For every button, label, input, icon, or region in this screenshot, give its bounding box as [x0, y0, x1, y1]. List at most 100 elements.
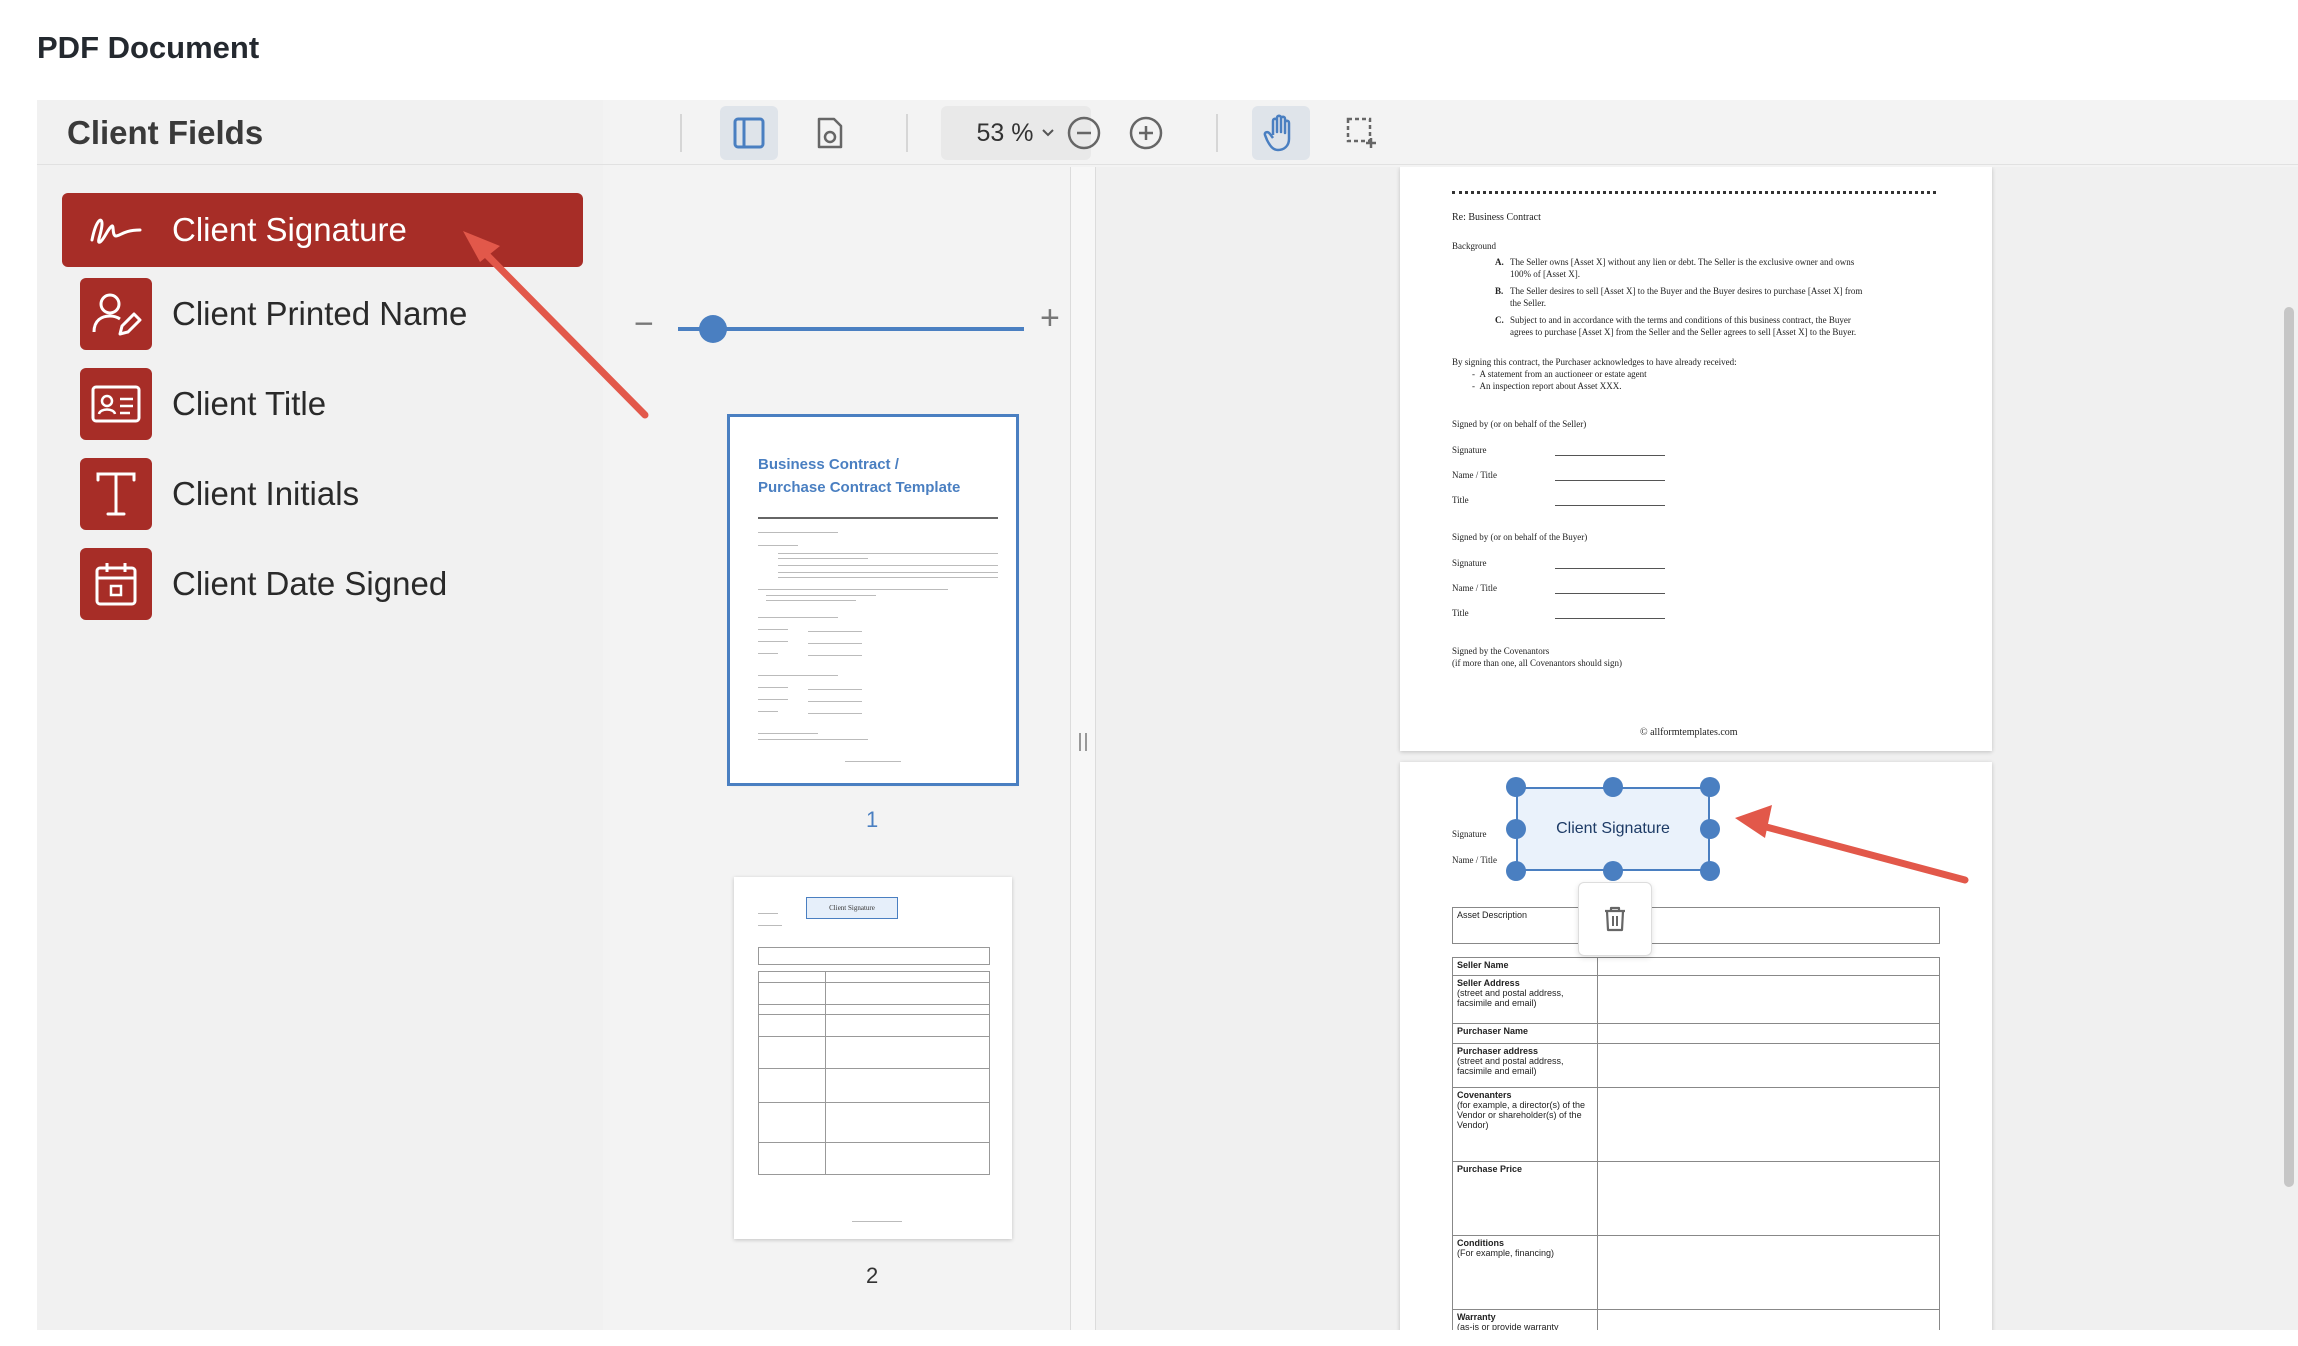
thumbnail-text-line [808, 643, 862, 644]
field-item-client-title[interactable]: Client Title [62, 367, 583, 441]
thumbnail-size-slider[interactable] [678, 327, 1024, 331]
thumbnail-text-line [758, 532, 838, 533]
field-item-client-signature[interactable]: Client Signature [62, 193, 583, 267]
thumbnail-text-line [758, 925, 782, 926]
doc-text: Signature [1452, 829, 1487, 839]
thumbnail-size-increase[interactable]: + [1040, 299, 1060, 338]
toolbar-separator [906, 114, 908, 152]
toolbar: 53 % [603, 100, 2298, 165]
doc-text: C. [1495, 315, 1504, 325]
resize-handle[interactable] [1506, 861, 1526, 881]
id-card-icon [80, 368, 152, 440]
thumbnail-text-line [758, 629, 788, 630]
resize-handle[interactable] [1506, 777, 1526, 797]
doc-text: B. [1495, 286, 1504, 296]
client-fields-header: Client Fields [37, 100, 603, 165]
panel-resize-handle[interactable] [1070, 167, 1096, 1330]
doc-text: 100% of [Asset X]. [1510, 269, 1580, 279]
page-title: PDF Document [37, 30, 260, 65]
sidebar-toggle-button[interactable] [720, 106, 778, 160]
client-fields-panel: Client Fields Client Signature Client Pr… [37, 100, 603, 1330]
page-rule [1452, 191, 1936, 194]
thumbnail-text-line [808, 713, 862, 714]
page-thumbnail-1[interactable]: Business Contract / Purchase Contract Tem… [727, 414, 1019, 786]
contract-details-table: Seller Name Seller Address (street and po… [1452, 957, 1940, 1330]
thumbnail-size-slider-knob[interactable] [698, 315, 727, 343]
doc-text: Title [1452, 495, 1469, 505]
thumbnail-table-row [758, 947, 990, 965]
doc-text: A. [1495, 257, 1504, 267]
table-cell: Purchaser Name [1452, 1023, 1598, 1044]
thumbnail-text-line [766, 600, 856, 601]
doc-text: Subject to and in accordance with the te… [1510, 315, 1851, 325]
doc-text: the Seller. [1510, 298, 1546, 308]
thumbnail-text-line [845, 761, 901, 762]
thumbnail-text-line [758, 589, 948, 590]
placed-signature-field[interactable]: Client Signature [1516, 787, 1710, 871]
zoom-in-button[interactable] [1117, 106, 1175, 160]
marquee-select-button[interactable] [1333, 106, 1391, 160]
table-cell: Warranty (as-is or provide warranty [1452, 1309, 1598, 1330]
doc-text: Re: Business Contract [1452, 212, 1541, 223]
signature-line [1555, 480, 1665, 481]
signature-line [1555, 505, 1665, 506]
resize-handle[interactable] [1603, 861, 1623, 881]
table-cell: Asset Description [1452, 907, 1940, 944]
table-input-cell[interactable] [1597, 1161, 1940, 1236]
table-row: Purchaser Name [1452, 1023, 1940, 1044]
resize-handle[interactable] [1603, 777, 1623, 797]
table-row: Purchase Price [1452, 1161, 1940, 1236]
doc-bullet: - A statement from an auctioneer or esta… [1472, 369, 1647, 379]
signature-line [1555, 568, 1665, 569]
doc-text: Signature [1452, 558, 1487, 568]
marquee-select-icon [1346, 117, 1376, 148]
page-thumbnail-2[interactable]: Client Signature [734, 877, 1012, 1239]
thumbnail-table [758, 971, 990, 1175]
zoom-out-button[interactable] [1055, 106, 1113, 160]
table-row: Warranty (as-is or provide warranty [1452, 1309, 1940, 1330]
doc-text: Signature [1452, 445, 1487, 455]
thumbnail-text-line [758, 913, 778, 914]
thumbnail-rule [758, 517, 998, 519]
field-item-client-date-signed[interactable]: Client Date Signed [62, 547, 583, 621]
document-scrollbar[interactable] [2284, 307, 2294, 1187]
table-input-cell[interactable] [1597, 1043, 1940, 1088]
doc-text: Background [1452, 241, 1496, 251]
table-input-cell[interactable] [1597, 957, 1940, 976]
table-input-cell[interactable] [1597, 975, 1940, 1024]
doc-text: Signed by the Covenantors [1452, 646, 1550, 656]
thumbnail-text-line [758, 711, 778, 712]
document-page-1: Re: Business Contract Background A. The … [1400, 167, 1992, 751]
table-input-cell[interactable] [1597, 1087, 1940, 1162]
asset-description-table: Asset Description [1452, 907, 1940, 944]
user-edit-icon [80, 278, 152, 350]
chevron-down-icon [1042, 129, 1055, 137]
table-row: Conditions (For example, financing) [1452, 1235, 1940, 1310]
thumbnail-text-line [758, 699, 788, 700]
resize-handle[interactable] [1700, 777, 1720, 797]
thumbnail-text-line [758, 675, 838, 676]
delete-field-button[interactable] [1578, 882, 1652, 956]
document-viewer[interactable]: Re: Business Contract Background A. The … [1096, 167, 2298, 1330]
doc-bullet: - An inspection report about Asset XXX. [1472, 381, 1622, 391]
table-input-cell[interactable] [1597, 1235, 1940, 1310]
hand-tool-button[interactable] [1252, 106, 1310, 160]
calendar-icon [80, 548, 152, 620]
thumbnail-text-line [758, 739, 868, 740]
field-item-client-initials[interactable]: Client Initials [62, 457, 583, 531]
zoom-value: 53 % [976, 118, 1034, 147]
resize-handle[interactable] [1700, 819, 1720, 839]
doc-text: (if more than one, all Covenantors shoul… [1452, 658, 1622, 668]
thumbnail-size-decrease[interactable]: − [634, 305, 654, 344]
resize-handle[interactable] [1700, 861, 1720, 881]
resize-handle[interactable] [1506, 819, 1526, 839]
thumbnail-text-line [808, 631, 862, 632]
doc-text: The Seller owns [Asset X] without any li… [1510, 257, 1855, 267]
table-input-cell[interactable] [1597, 1023, 1940, 1044]
zoom-out-icon [1067, 116, 1101, 150]
signature-line [1555, 593, 1665, 594]
table-input-cell[interactable] [1597, 1309, 1940, 1330]
document-settings-button[interactable] [801, 106, 859, 160]
field-item-client-printed-name[interactable]: Client Printed Name [62, 277, 583, 351]
pdf-editor: Client Fields Client Signature Client Pr… [37, 100, 2298, 1330]
